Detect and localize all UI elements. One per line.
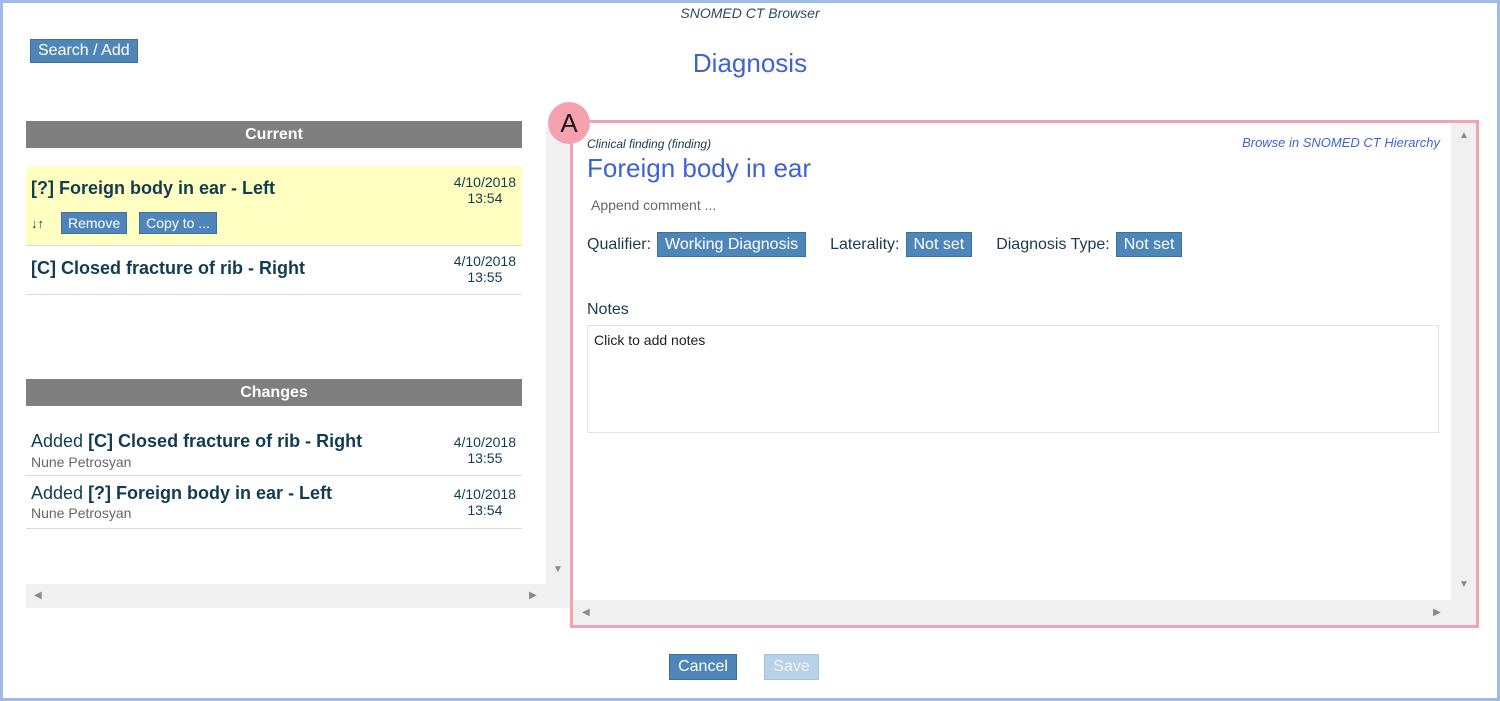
change-item-time: 13:54 (467, 502, 503, 518)
current-item-actions: ↓↑ Remove Copy to ... (31, 212, 229, 234)
copy-to-button[interactable]: Copy to ... (139, 212, 217, 234)
diagnosis-type-label: Diagnosis Type: (996, 235, 1110, 253)
change-item-time: 13:55 (467, 450, 503, 466)
diagnosis-detail-panel: Clinical finding (finding) Browse in SNO… (570, 120, 1479, 628)
attribute-row: Qualifier: Working Diagnosis Laterality:… (587, 232, 1206, 257)
scroll-down-icon[interactable]: ▼ (1459, 579, 1469, 590)
cancel-button[interactable]: Cancel (669, 654, 737, 680)
change-item-date: 4/10/2018 (453, 486, 516, 502)
change-item-title: Added [C] Closed fracture of rib - Right (31, 431, 362, 452)
scroll-left-icon[interactable]: ◀ (582, 607, 590, 618)
change-item-author: Nune Petrosyan (31, 505, 132, 521)
change-item-date: 4/10/2018 (453, 434, 516, 450)
scroll-right-icon[interactable]: ▶ (529, 590, 537, 601)
current-item-title: [C] Closed fracture of rib - Right (31, 258, 305, 278)
detail-vertical-scrollbar[interactable]: ▲ ▼ (1451, 123, 1476, 625)
change-item-name: [C] Closed fracture of rib - Right (88, 431, 363, 451)
detail-horizontal-scrollbar[interactable]: ◀ ▶ (573, 600, 1451, 625)
change-item-title: Added [?] Foreign body in ear - Left (31, 483, 332, 504)
change-item-name: [?] Foreign body in ear - Left (88, 483, 333, 503)
laterality-button[interactable]: Not set (905, 232, 973, 257)
changes-section-header: Changes (26, 379, 522, 406)
change-item-prefix: Added (31, 483, 89, 503)
left-horizontal-scrollbar[interactable]: ◀ ▶ (26, 584, 546, 608)
change-item-foreign-body[interactable]: Added [?] Foreign body in ear - Left Nun… (26, 476, 522, 529)
qualifier-label: Qualifier: (587, 235, 652, 253)
current-item-date: 4/10/2018 (453, 174, 516, 190)
change-item-prefix: Added (31, 431, 89, 451)
concept-title: Foreign body in ear (587, 153, 812, 183)
notes-textarea[interactable]: Click to add notes (587, 325, 1439, 433)
append-comment-field[interactable]: Append comment ... (591, 197, 716, 213)
left-vertical-scrollbar[interactable]: ▼ (546, 128, 570, 608)
app-title: SNOMED CT Browser (680, 5, 820, 21)
change-item-datetime: 4/10/2018 13:54 (454, 486, 516, 518)
remove-button[interactable]: Remove (61, 212, 128, 234)
current-item-time: 13:55 (467, 269, 503, 285)
current-item-time: 13:54 (467, 190, 503, 206)
laterality-label: Laterality: (830, 235, 900, 253)
scroll-down-icon[interactable]: ▼ (553, 564, 563, 575)
finding-type-label: Clinical finding (finding) (587, 137, 712, 151)
current-item-foreign-body[interactable]: [?] Foreign body in ear - Left 4/10/2018… (26, 166, 522, 246)
current-item-date: 4/10/2018 (453, 253, 516, 269)
scroll-left-icon[interactable]: ◀ (34, 590, 42, 601)
page-title: Diagnosis (692, 48, 808, 78)
current-section-header: Current (26, 121, 522, 148)
sort-arrows-icon[interactable]: ↓↑ (31, 216, 61, 231)
annotation-badge: A (548, 102, 590, 144)
change-item-datetime: 4/10/2018 13:55 (454, 434, 516, 466)
current-item-datetime: 4/10/2018 13:55 (454, 253, 516, 285)
change-item-closed-fracture[interactable]: Added [C] Closed fracture of rib - Right… (26, 424, 522, 476)
scroll-up-icon[interactable]: ▲ (1459, 130, 1469, 141)
scroll-right-icon[interactable]: ▶ (1433, 607, 1441, 618)
change-item-author: Nune Petrosyan (31, 454, 132, 470)
browse-hierarchy-link[interactable]: Browse in SNOMED CT Hierarchy (1242, 135, 1440, 150)
current-item-datetime: 4/10/2018 13:54 (454, 174, 516, 206)
notes-label: Notes (587, 301, 629, 318)
current-item-closed-fracture[interactable]: [C] Closed fracture of rib - Right 4/10/… (26, 246, 522, 295)
qualifier-button[interactable]: Working Diagnosis (657, 232, 807, 257)
current-item-title: [?] Foreign body in ear - Left (31, 178, 275, 198)
diagnosis-type-button[interactable]: Not set (1115, 232, 1183, 257)
save-button[interactable]: Save (764, 654, 819, 680)
